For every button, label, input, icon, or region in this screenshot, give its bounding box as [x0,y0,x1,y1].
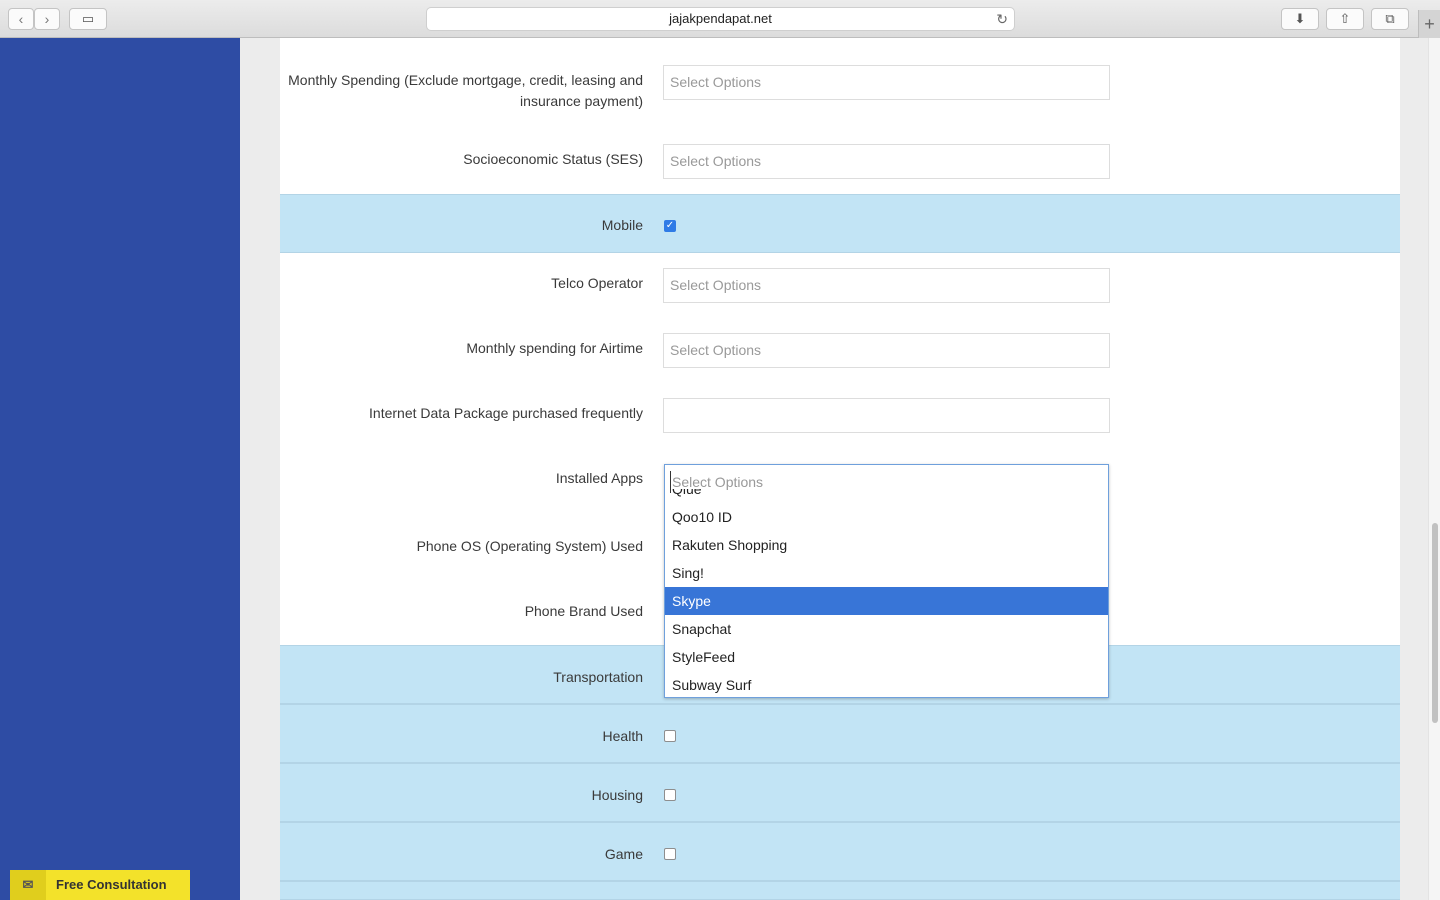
monthly-spending-select[interactable]: Select Options [663,65,1110,100]
mobile-checkbox[interactable]: ✓ [664,220,676,232]
row-game: Game [280,822,1400,881]
share-button[interactable]: ⇧ [1326,8,1364,30]
option-qoo10[interactable]: Qoo10 ID [665,503,1108,531]
free-consultation-button[interactable]: ✉ Free Consultation [10,870,190,900]
row-housing: Housing [280,763,1400,822]
address-bar[interactable]: jajakpendapat.net ↻ [426,7,1015,31]
sidebar-toggle-button[interactable]: ▭ [69,8,107,30]
mobile-label: Mobile [601,217,643,233]
phone-brand-label: Phone Brand Used [524,603,643,619]
new-tab-button[interactable]: + [1418,10,1440,38]
page-scrollbar[interactable] [1428,38,1440,900]
airtime-select[interactable]: Select Options [663,333,1110,368]
ses-label: Socioeconomic Status (SES) [463,151,643,167]
row-next [280,881,1400,900]
tabs-icon: ⧉ [1385,11,1395,26]
telco-label: Telco Operator [551,275,643,291]
health-label: Health [602,728,643,744]
installed-apps-options: Qiue Qoo10 ID Rakuten Shopping Sing! Sky… [665,489,1108,697]
phone-os-label: Phone OS (Operating System) Used [416,538,643,554]
sidebar-icon: ▭ [81,11,95,26]
row-health: Health [280,704,1400,763]
chevron-right-icon: › [44,11,50,27]
housing-label: Housing [591,787,643,803]
plus-icon: + [1424,14,1435,34]
downloads-button[interactable]: ⬇ [1281,8,1319,30]
airtime-label: Monthly spending for Airtime [466,340,643,356]
transportation-label: Transportation [553,669,643,685]
option-snapchat[interactable]: Snapchat [665,615,1108,643]
chevron-left-icon: ‹ [18,11,24,27]
row-data-package: Internet Data Package purchased frequent… [280,383,1400,448]
scroll-thumb[interactable] [1432,523,1438,723]
download-icon: ⬇ [1294,11,1306,26]
share-icon: ⇧ [1339,11,1351,26]
data-package-select[interactable] [663,398,1110,433]
installed-apps-label: Installed Apps [555,470,643,486]
row-airtime: Monthly spending for Airtime Select Opti… [280,318,1400,383]
url-text: jajakpendapat.net [669,11,772,26]
installed-apps-dropdown[interactable]: Select Options Qiue Qoo10 ID Rakuten Sho… [664,464,1109,698]
option-qiue[interactable]: Qiue [665,489,1108,503]
reload-icon[interactable]: ↻ [996,8,1008,30]
housing-checkbox[interactable] [664,789,676,801]
option-subway-surf[interactable]: Subway Surf [665,671,1108,697]
browser-toolbar: ‹ › ▭ jajakpendapat.net ↻ ⬇ ⇧ ⧉ + [0,0,1440,38]
back-button[interactable]: ‹ [8,8,34,30]
monthly-spending-label: Monthly Spending (Exclude mortgage, cred… [288,72,643,109]
telco-select[interactable]: Select Options [663,268,1110,303]
game-label: Game [604,846,643,862]
option-stylefeed[interactable]: StyleFeed [665,643,1108,671]
left-sidebar [0,38,240,900]
row-mobile: Mobile ✓ [280,194,1400,253]
row-telco: Telco Operator Select Options [280,253,1400,318]
option-sing[interactable]: Sing! [665,559,1108,587]
envelope-icon: ✉ [10,870,46,900]
option-skype[interactable]: Skype [665,587,1108,615]
game-checkbox[interactable] [664,848,676,860]
health-checkbox[interactable] [664,730,676,742]
tabs-button[interactable]: ⧉ [1371,8,1409,30]
free-consultation-label: Free Consultation [56,877,167,892]
data-package-label: Internet Data Package purchased frequent… [369,405,643,421]
ses-select[interactable]: Select Options [663,144,1110,179]
option-rakuten[interactable]: Rakuten Shopping [665,531,1108,559]
row-ses: Socioeconomic Status (SES) Select Option… [280,116,1400,194]
forward-button[interactable]: › [34,8,60,30]
row-monthly-spending: Monthly Spending (Exclude mortgage, cred… [280,38,1400,116]
check-icon: ✓ [665,220,675,231]
